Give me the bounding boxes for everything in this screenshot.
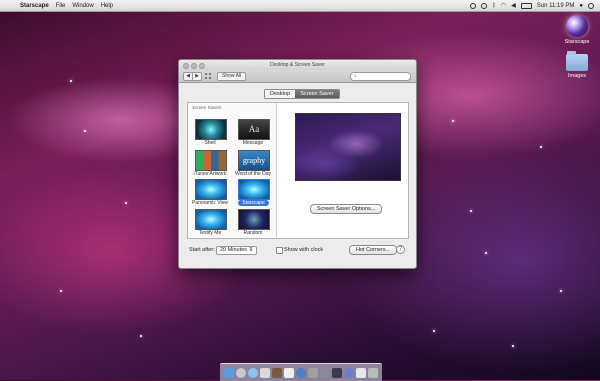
chevron-updown-icon: ⇕ [248,247,254,253]
documents-icon[interactable] [356,367,366,378]
desktop-icon-images[interactable]: Images [557,51,597,79]
show-clock-checkbox[interactable] [276,247,283,254]
screen-saver-list[interactable]: Screen Savers Shell Aa Message iTunes Ar… [188,103,277,238]
screen-saver-panel: Screen Savers Shell Aa Message iTunes Ar… [187,102,409,239]
calendar-icon[interactable] [284,367,294,378]
forward-button[interactable]: ▶ [193,72,202,81]
terminal-icon[interactable] [332,367,342,378]
saver-preview [295,113,401,181]
desktop-icon-label: Images [567,73,587,79]
menu-file[interactable]: File [56,3,66,9]
mail-icon[interactable] [260,367,270,378]
start-after-label: Start after: [189,247,215,253]
user-icon[interactable]: ● [579,3,583,9]
saver-label-itunes: iTunes Artwork [193,171,227,177]
saver-thumb-itunes[interactable] [195,150,227,171]
wifi-icon[interactable]: ◠ [501,3,506,9]
menu-window[interactable]: Window [72,3,93,9]
timemachine-icon[interactable] [481,2,488,9]
saver-thumb-starscape[interactable] [238,179,270,200]
hot-corners-button[interactable]: Hot Corners... [349,245,398,255]
nav-buttons: ◀ ▶ [183,72,202,81]
itunes-icon[interactable] [296,367,306,378]
saver-label-word: Word of the Day [234,171,272,177]
show-all-button[interactable]: Show All [217,72,247,81]
saver-thumb-random[interactable] [238,209,270,230]
desktop-icon-label: Starscape [564,39,590,45]
trash-icon[interactable] [368,367,378,378]
window-controls [183,63,205,69]
search-input[interactable]: ⌕ [350,72,411,81]
saver-label-textify: Textify Me [198,230,222,236]
list-header: Screen Savers [192,105,222,110]
clock[interactable]: Sun 11:19 PM [537,3,575,9]
saver-label-random: Random [243,230,263,236]
window-toolbar: ◀ ▶ Show All ⌕ [179,70,416,83]
menu-bar: Starscape File Window Help ᛒ ◠ ◀ Sun 11:… [0,0,600,12]
system-preferences-icon[interactable] [320,367,330,378]
saver-thumb-message[interactable]: Aa [238,119,270,140]
minimize-button[interactable] [191,63,197,69]
menu-help[interactable]: Help [101,3,113,9]
contacts-icon[interactable] [272,367,282,378]
saver-label-shell: Shell [204,140,216,146]
saver-thumb-panoramic[interactable] [195,179,227,200]
saver-thumb-word[interactable]: graphy [238,150,270,171]
close-button[interactable] [183,63,189,69]
show-clock-label: Show with clock [284,247,324,253]
preferences-window: Desktop & Screen Saver ◀ ▶ Show All ⌕ De… [178,59,417,269]
desktop-icon-starscape[interactable]: Starscape [557,15,597,45]
tab-screen-saver[interactable]: Screen Saver [295,90,339,98]
saver-label-panoramic: Panoramic View [191,200,229,206]
grid-icon[interactable] [205,73,211,79]
start-after-value: 20 Minutes [220,247,247,253]
start-after-select[interactable]: 20 Minutes ⇕ [216,246,258,255]
dock [220,363,382,381]
window-titlebar[interactable]: Desktop & Screen Saver [179,60,416,70]
starscape-sphere-icon [566,15,588,37]
screen-saver-options-button[interactable]: Screen Saver Options... [310,204,383,214]
tab-desktop[interactable]: Desktop [265,90,296,98]
saver-label-message: Message [242,140,264,146]
search-icon: ⌕ [354,73,357,79]
launchpad-icon[interactable] [236,367,246,378]
app-store-icon[interactable] [308,367,318,378]
zoom-button[interactable] [199,63,205,69]
back-button[interactable]: ◀ [183,72,193,81]
battery-icon[interactable] [520,2,532,9]
safari-icon[interactable] [248,367,258,378]
saver-label-starscape: Starscape [238,200,269,206]
menu-app-name[interactable]: Starscape [20,3,49,9]
help-button[interactable]: ? [396,245,405,254]
bluetooth-icon[interactable]: ᛒ [492,3,496,9]
tab-control: Desktop Screen Saver [264,89,340,99]
saver-thumb-shell[interactable] [195,119,227,140]
folder-icon [566,51,588,71]
window-title: Desktop & Screen Saver [270,62,325,68]
starscape-dock-icon[interactable] [344,367,354,378]
sync-icon[interactable] [470,2,477,9]
menu-extras: ᛒ ◠ ◀ Sun 11:19 PM ● [470,0,594,11]
spotlight-icon[interactable] [588,2,594,9]
saver-thumb-textify[interactable] [195,209,227,230]
volume-icon[interactable]: ◀ [511,3,516,9]
finder-icon[interactable] [224,367,234,378]
